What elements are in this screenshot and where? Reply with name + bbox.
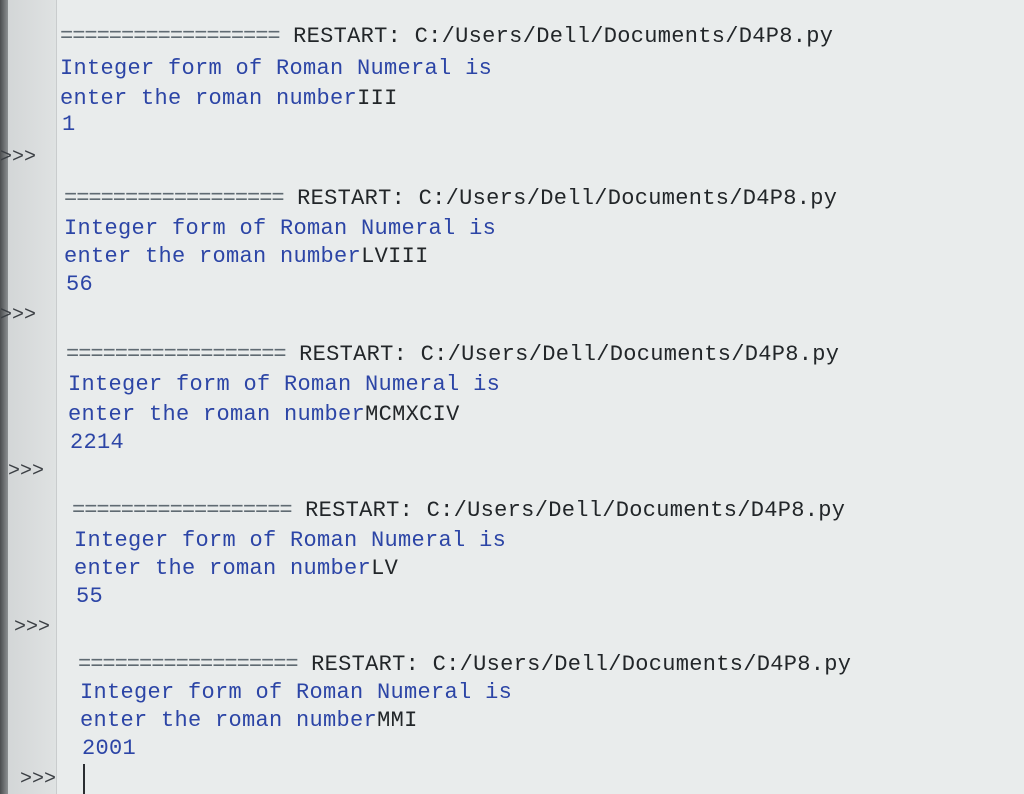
typed-roman-numeral: MCMXCIV <box>365 402 460 427</box>
input-prompt: enter the roman number <box>80 708 378 733</box>
result-value: 2214 <box>70 430 125 455</box>
output-line: Integer form of Roman Numeral is <box>74 528 507 553</box>
restart-label: RESTART: <box>279 24 415 49</box>
input-line: enter the roman numberLV <box>74 556 398 582</box>
text-cursor[interactable] <box>83 764 85 794</box>
input-line: enter the roman numberMMI <box>80 708 418 734</box>
restart-separator: ================== <box>64 186 285 211</box>
typed-roman-numeral: MMI <box>377 708 418 733</box>
result-value: 56 <box>66 272 94 297</box>
shell-prompt: >>> <box>0 146 37 169</box>
typed-roman-numeral: LVIII <box>361 244 429 269</box>
input-prompt: enter the roman number <box>74 556 372 581</box>
input-prompt: enter the roman number <box>68 402 366 427</box>
restart-label: RESTART: <box>297 652 433 677</box>
restart-label: RESTART: <box>291 498 427 523</box>
input-prompt: enter the roman number <box>64 244 362 269</box>
shell-prompt: >>> <box>8 460 45 483</box>
restart-label: RESTART: <box>283 186 419 211</box>
output-line: Integer form of Roman Numeral is <box>68 372 501 397</box>
result-value: 55 <box>76 584 104 609</box>
python-shell-output[interactable]: ================== RESTART: C:/Users/Del… <box>0 0 1024 794</box>
restart-label: RESTART: <box>285 342 421 367</box>
output-line: Integer form of Roman Numeral is <box>64 216 497 241</box>
restart-line: ================== RESTART: C:/Users/Del… <box>72 498 845 524</box>
typed-roman-numeral: III <box>357 86 398 111</box>
restart-path: C:/Users/Dell/Documents/D4P8.py <box>426 498 846 523</box>
restart-line: ================== RESTART: C:/Users/Del… <box>60 24 833 50</box>
restart-separator: ================== <box>66 342 287 367</box>
restart-line: ================== RESTART: C:/Users/Del… <box>78 652 851 678</box>
shell-prompt: >>> <box>20 768 57 791</box>
restart-line: ================== RESTART: C:/Users/Del… <box>64 186 837 212</box>
input-prompt: enter the roman number <box>60 86 358 111</box>
typed-roman-numeral: LV <box>371 556 399 581</box>
output-line: Integer form of Roman Numeral is <box>80 680 513 705</box>
restart-path: C:/Users/Dell/Documents/D4P8.py <box>432 652 852 677</box>
input-line: enter the roman numberLVIII <box>64 244 429 270</box>
result-value: 1 <box>62 112 76 137</box>
input-line: enter the roman numberIII <box>60 86 398 112</box>
restart-separator: ================== <box>78 652 299 677</box>
output-line: Integer form of Roman Numeral is <box>60 56 493 81</box>
restart-line: ================== RESTART: C:/Users/Del… <box>66 342 839 368</box>
input-line: enter the roman numberMCMXCIV <box>68 402 460 428</box>
restart-path: C:/Users/Dell/Documents/D4P8.py <box>418 186 838 211</box>
restart-separator: ================== <box>60 24 281 49</box>
result-value: 2001 <box>82 736 137 761</box>
restart-path: C:/Users/Dell/Documents/D4P8.py <box>420 342 840 367</box>
restart-path: C:/Users/Dell/Documents/D4P8.py <box>414 24 834 49</box>
restart-separator: ================== <box>72 498 293 523</box>
shell-prompt: >>> <box>14 616 51 639</box>
shell-prompt: >>> <box>0 304 37 327</box>
